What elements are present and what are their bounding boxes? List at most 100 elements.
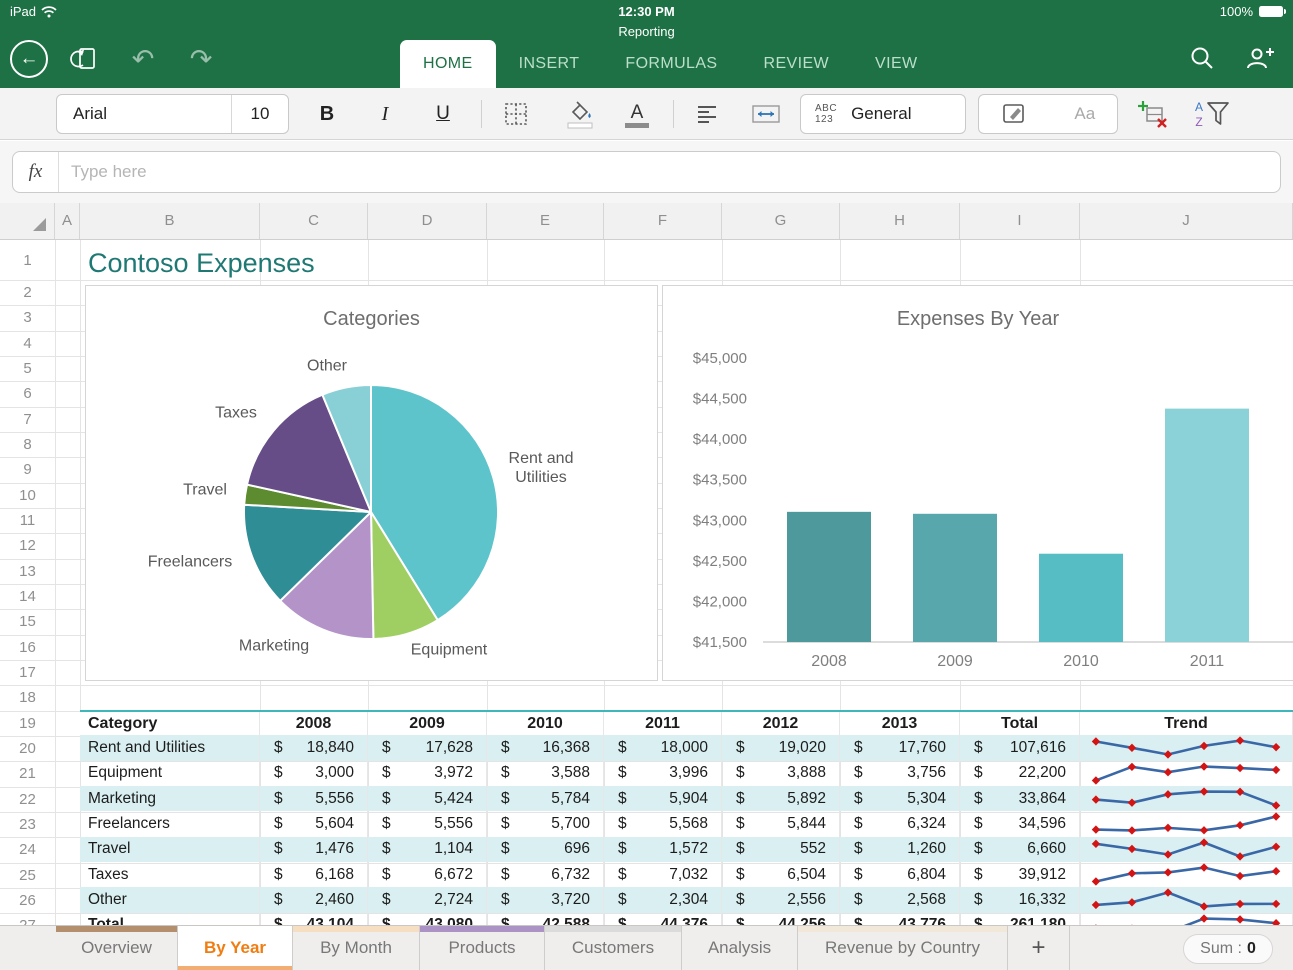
ribbon-tab-home[interactable]: HOME xyxy=(400,40,496,88)
bar-2009[interactable] xyxy=(913,513,997,642)
table-cell[interactable]: $3,588 xyxy=(487,760,604,786)
spreadsheet-grid[interactable]: ABCDEFGHIJ 1 2 3 4 5 6 7 8 9 10 11 12 13 14 15 16 17 18 19… xyxy=(0,203,1293,925)
table-cell[interactable]: $1,476 xyxy=(260,836,368,862)
row-header-8[interactable]: 8 xyxy=(0,432,55,457)
cell-category[interactable]: Freelancers xyxy=(80,811,260,837)
row-header-19[interactable]: 19 xyxy=(0,711,55,736)
table-cell[interactable]: $17,760 xyxy=(840,735,960,761)
sheet-tab-by-year[interactable]: By Year xyxy=(178,926,293,970)
table-header-category[interactable]: Category xyxy=(80,712,260,736)
cell-category[interactable]: Other xyxy=(80,887,260,913)
table-cell[interactable]: $16,332 xyxy=(960,887,1080,913)
save-sync-button[interactable] xyxy=(64,38,106,80)
row-header-12[interactable]: 12 xyxy=(0,533,55,558)
table-header-2010[interactable]: 2010 xyxy=(487,712,604,736)
table-cell[interactable]: $6,660 xyxy=(960,836,1080,862)
cell-category[interactable]: Taxes xyxy=(80,861,260,888)
table-cell[interactable]: $22,200 xyxy=(960,760,1080,786)
row-header-22[interactable]: 22 xyxy=(0,787,55,812)
table-cell[interactable]: $43,104 xyxy=(260,912,368,925)
trend-sparkline-cell[interactable] xyxy=(1080,861,1293,888)
table-header-trend[interactable]: Trend xyxy=(1080,712,1293,736)
trend-sparkline-cell[interactable] xyxy=(1080,912,1293,925)
table-cell[interactable]: $1,572 xyxy=(604,836,722,862)
row-header-5[interactable]: 5 xyxy=(0,356,55,381)
table-cell[interactable]: $5,784 xyxy=(487,785,604,812)
back-button[interactable]: ← xyxy=(10,40,48,78)
column-header-g[interactable]: G xyxy=(722,203,840,239)
table-cell[interactable]: $44,376 xyxy=(604,912,722,925)
row-header-13[interactable]: 13 xyxy=(0,559,55,584)
row-header-6[interactable]: 6 xyxy=(0,381,55,406)
row-header-18[interactable]: 18 xyxy=(0,685,55,710)
row-header-17[interactable]: 17 xyxy=(0,660,55,685)
cell-category[interactable]: Marketing xyxy=(80,785,260,812)
bar-2008[interactable] xyxy=(787,511,871,642)
sheet-tab-by-month[interactable]: By Month xyxy=(293,926,420,970)
share-people-button[interactable] xyxy=(1239,38,1281,80)
row-header-9[interactable]: 9 xyxy=(0,457,55,482)
insert-delete-cells-button[interactable] xyxy=(1130,94,1174,134)
table-cell[interactable]: $7,032 xyxy=(604,861,722,888)
column-header-a[interactable]: A xyxy=(55,203,80,239)
bar-2010[interactable] xyxy=(1039,553,1123,642)
cell-category[interactable]: Total xyxy=(80,912,260,925)
row-header-10[interactable]: 10 xyxy=(0,483,55,508)
ribbon-tab-view[interactable]: VIEW xyxy=(852,40,941,88)
sheet-tab-overview[interactable]: Overview xyxy=(56,926,178,970)
table-cell[interactable]: $3,720 xyxy=(487,887,604,913)
table-cell[interactable]: $3,888 xyxy=(722,760,840,786)
table-cell[interactable]: $2,568 xyxy=(840,887,960,913)
table-cell[interactable]: $6,732 xyxy=(487,861,604,888)
table-cell[interactable]: $6,168 xyxy=(260,861,368,888)
table-cell[interactable]: $2,460 xyxy=(260,887,368,913)
column-header-b[interactable]: B xyxy=(80,203,260,239)
row-header-4[interactable]: 4 xyxy=(0,331,55,356)
font-selector[interactable]: Arial 10 xyxy=(56,94,289,134)
table-cell[interactable]: $3,000 xyxy=(260,760,368,786)
font-color-button[interactable]: A xyxy=(615,94,659,134)
sheet-tab-analysis[interactable]: Analysis xyxy=(682,926,798,970)
bold-button[interactable]: B xyxy=(305,94,349,134)
table-cell[interactable]: $2,724 xyxy=(368,887,487,913)
table-cell[interactable]: $1,104 xyxy=(368,836,487,862)
expense-table[interactable]: Category 2008 2009 2010 2011 2012 2013 Total Tre… xyxy=(80,710,1293,925)
row-header-23[interactable]: 23 xyxy=(0,812,55,837)
column-header-c[interactable]: C xyxy=(260,203,368,239)
table-cell[interactable]: $33,864 xyxy=(960,785,1080,812)
number-format-selector[interactable]: ABC 123 General xyxy=(800,94,966,134)
column-header-d[interactable]: D xyxy=(368,203,487,239)
table-header-2008[interactable]: 2008 xyxy=(260,712,368,736)
table-cell[interactable]: $34,596 xyxy=(960,811,1080,837)
table-cell[interactable]: $18,000 xyxy=(604,735,722,761)
sheet-tab-products[interactable]: Products xyxy=(420,926,545,970)
row-header-24[interactable]: 24 xyxy=(0,837,55,862)
row-header-3[interactable]: 3 xyxy=(0,305,55,330)
table-cell[interactable]: $43,776 xyxy=(840,912,960,925)
pie-chart-panel[interactable]: Categories Rent and Utilities Equipment Ma… xyxy=(85,285,658,681)
cell-category[interactable]: Equipment xyxy=(80,760,260,786)
row-header-15[interactable]: 15 xyxy=(0,609,55,634)
formula-input[interactable]: fx Type here xyxy=(12,151,1281,193)
column-header-h[interactable]: H xyxy=(840,203,960,239)
table-cell[interactable]: $5,844 xyxy=(722,811,840,837)
bar-chart-panel[interactable]: Expenses By Year $45,000 $44,500 $44,000 $4… xyxy=(662,285,1293,681)
table-cell[interactable]: $42,588 xyxy=(487,912,604,925)
table-cell[interactable]: $44,256 xyxy=(722,912,840,925)
column-header-j[interactable]: J xyxy=(1080,203,1293,239)
table-cell[interactable]: $5,556 xyxy=(260,785,368,812)
trend-sparkline-cell[interactable] xyxy=(1080,887,1293,913)
table-cell[interactable]: $39,912 xyxy=(960,861,1080,888)
undo-button[interactable]: ↶ xyxy=(122,38,164,80)
row-header-26[interactable]: 26 xyxy=(0,888,55,913)
sum-indicator[interactable]: Sum : 0 xyxy=(1183,934,1273,964)
column-header-e[interactable]: E xyxy=(487,203,604,239)
table-cell[interactable]: $2,304 xyxy=(604,887,722,913)
trend-sparkline-cell[interactable] xyxy=(1080,785,1293,812)
trend-sparkline-cell[interactable] xyxy=(1080,760,1293,786)
table-cell[interactable]: $1,260 xyxy=(840,836,960,862)
table-cell[interactable]: $5,304 xyxy=(840,785,960,812)
table-cell[interactable]: $3,996 xyxy=(604,760,722,786)
table-cell[interactable]: $6,804 xyxy=(840,861,960,888)
table-cell[interactable]: $18,840 xyxy=(260,735,368,761)
